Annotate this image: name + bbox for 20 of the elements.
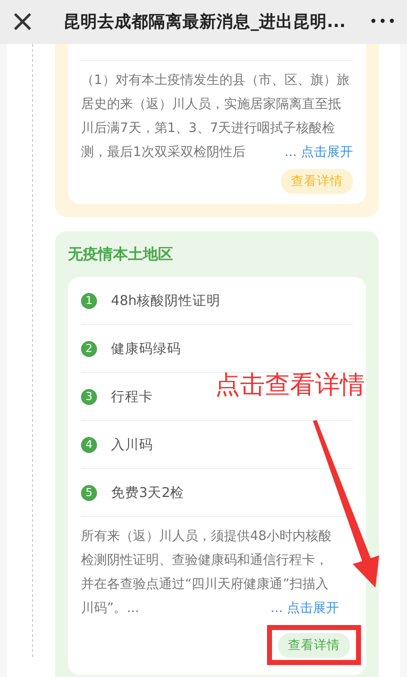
requirement-text: 48h核酸阴性证明 — [111, 292, 221, 311]
expand-link[interactable]: ... 点击展开 — [284, 141, 353, 165]
description-text: 所有来（返）川人员，须提供48小时内核酸检测阴性证明、查验健康码和通信行程卡，并在各查验点通过“四川天府健康通”扫描入川码”。... ... 点击展开 — [81, 525, 339, 622]
more-button[interactable]: ••• — [369, 12, 397, 32]
page-title: 昆明去成都隔离最新消息_进出昆明... — [62, 10, 347, 33]
number-badge: 5 — [81, 484, 97, 501]
requirement-text: 健康码绿码 — [111, 340, 181, 359]
description-text: （1）对有本土疫情发生的县（市、区、旗）旅居史的来（返）川人员，实施居家隔离直至抵川后满7天，第1、3、7天进行咽拭子核酸检测，最后1次双采双检阴性后 ... 点击展开 — [81, 69, 353, 165]
requirement-text: 入川码 — [111, 436, 153, 455]
expand-link[interactable]: ... 点击展开 — [270, 597, 339, 622]
number-badge: 3 — [81, 388, 97, 405]
section-title: 无疫情本土地区 — [68, 244, 174, 265]
number-badge: 1 — [81, 292, 97, 309]
annotation-text: 点击查看详情 — [215, 369, 365, 401]
requirement-text: 免费3天2检 — [111, 484, 184, 503]
details-button[interactable]: 查看详情 — [278, 633, 350, 658]
number-badge: 4 — [81, 436, 97, 453]
number-badge: 2 — [81, 340, 97, 357]
close-icon[interactable]: × — [10, 7, 40, 37]
requirement-text: 行程卡 — [111, 388, 153, 407]
